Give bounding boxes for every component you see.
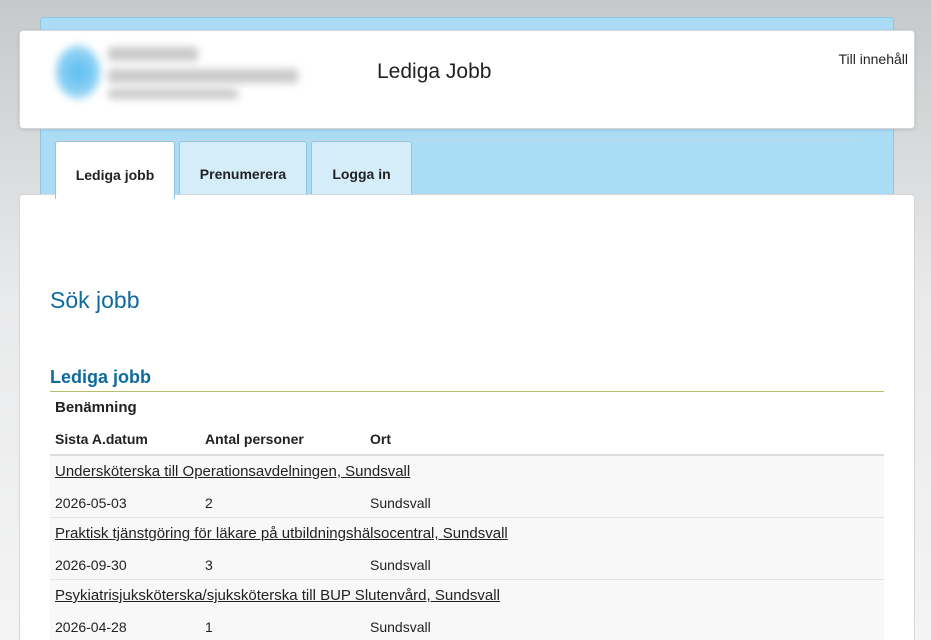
skip-to-content-link[interactable]: Till innehåll [838,51,908,67]
job-deadline: 2026-04-28 [55,618,127,635]
job-location: Sundsvall [370,494,431,511]
column-headers: Sista A.datum Antal personer Ort [50,424,884,456]
main-content: Sök jobb Lediga jobb Benämning Sista A.d… [19,194,915,640]
logo-wordmark-line [108,69,298,83]
job-location: Sundsvall [370,618,431,635]
job-positions-count: 1 [205,618,213,635]
tab-logga-in[interactable]: Logga in [311,141,412,196]
job-deadline: 2026-09-30 [55,556,127,573]
section-heading: Lediga jobb [50,367,884,392]
job-title-link[interactable]: Psykiatrisjuksköterska/sjuksköterska til… [55,587,500,604]
table-row: Praktisk tjänstgöring för läkare på utbi… [50,518,884,580]
jobs-table: Benämning Sista A.datum Antal personer O… [50,393,884,640]
job-positions-count: 3 [205,556,213,573]
table-row: Psykiatrisjuksköterska/sjuksköterska til… [50,580,884,640]
site-logo[interactable] [50,39,306,103]
job-title-link[interactable]: Undersköterska till Operationsavdelninge… [55,463,410,480]
column-header-benamning: Benämning [55,399,137,416]
page-title: Sök jobb [50,287,140,313]
logo-wordmark-line [108,89,238,99]
column-header-place: Ort [370,431,391,447]
table-row: Undersköterska till Operationsavdelninge… [50,456,884,518]
site-title: Lediga Jobb [377,60,492,83]
job-location: Sundsvall [370,556,431,573]
column-header-date: Sista A.datum [55,431,148,447]
job-deadline: 2026-05-03 [55,494,127,511]
logo-wordmark-line [108,47,198,61]
logo-emblem-icon [56,45,100,99]
site-header: Lediga Jobb Till innehåll [19,30,915,129]
job-positions-count: 2 [205,494,213,511]
tab-lediga-jobb[interactable]: Lediga jobb [55,141,175,199]
tab-prenumerera[interactable]: Prenumerera [179,141,307,196]
job-title-link[interactable]: Praktisk tjänstgöring för läkare på utbi… [55,525,508,542]
column-header-count: Antal personer [205,431,304,447]
